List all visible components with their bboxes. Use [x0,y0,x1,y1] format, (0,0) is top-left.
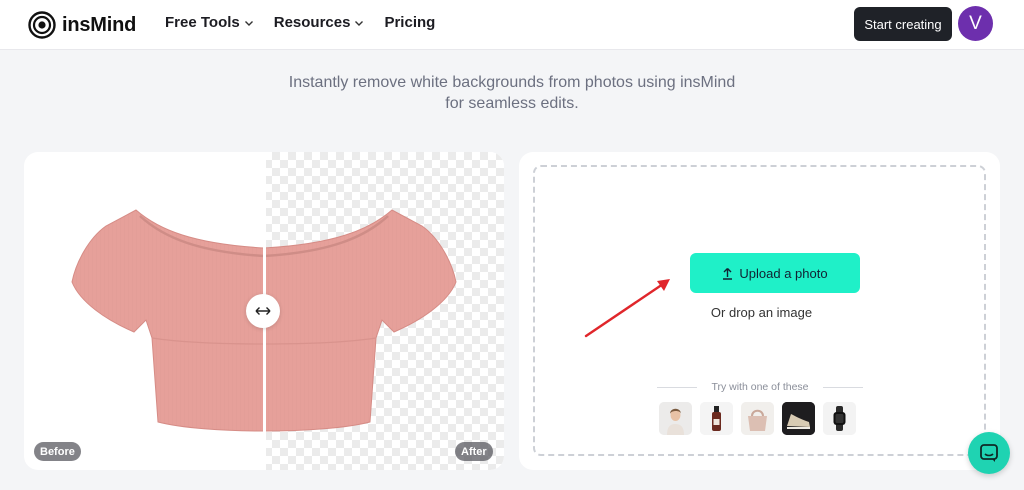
sample-images-heading: Try with one of these [657,381,863,395]
chevron-down-icon [244,20,253,26]
serum-bottle-thumbnail [700,402,733,435]
sample-handbag[interactable] [741,402,774,435]
sample-smartwatch[interactable] [823,402,856,435]
insmind-logo-icon [28,11,56,39]
support-chat-button[interactable] [968,432,1010,474]
chevron-down-icon [355,20,364,26]
nav-resources-label: Resources [273,14,351,31]
divider-line [823,387,863,388]
start-creating-button[interactable]: Start creating [854,7,952,41]
brand-logo[interactable]: insMind [28,11,136,39]
sample-woman-portrait[interactable] [659,402,692,435]
main-nav: Free Tools Resources Pricing [165,14,455,31]
subtitle-line-2: for seamless edits. [445,95,579,112]
sample-serum-bottle[interactable] [700,402,733,435]
sample-sneaker[interactable] [782,402,815,435]
subtitle-line-1: Instantly remove white backgrounds from … [288,74,736,91]
nav-resources[interactable]: Resources [274,14,365,31]
page-subtitle: Instantly remove white backgrounds from … [262,72,762,114]
handbag-thumbnail [741,402,774,435]
woman-portrait-thumbnail [659,402,692,435]
user-avatar[interactable]: V [958,6,993,41]
upload-photo-label: Upload a photo [739,265,828,281]
sample-images [659,402,864,435]
before-after-comparison: Before After [24,152,504,470]
chat-bubble-icon [980,444,998,462]
comparison-slider-handle[interactable] [246,294,280,328]
nav-free-tools-label: Free Tools [165,14,240,31]
nav-pricing[interactable]: Pricing [384,14,435,31]
upload-icon [723,267,733,280]
horizontal-arrows-icon [255,307,271,315]
brand-name: insMind [62,13,137,36]
upload-photo-button[interactable]: Upload a photo [690,253,860,293]
before-label-badge: Before [34,442,81,461]
annotation-arrow-icon [584,279,670,338]
nav-free-tools[interactable]: Free Tools [165,14,254,31]
smartwatch-thumbnail [823,402,856,435]
sneaker-thumbnail [782,402,815,435]
after-label-badge: After [455,442,493,461]
nav-pricing-label: Pricing [384,14,436,31]
top-navigation-bar: insMind Free Tools Resources Pricing Sta… [0,0,1024,50]
